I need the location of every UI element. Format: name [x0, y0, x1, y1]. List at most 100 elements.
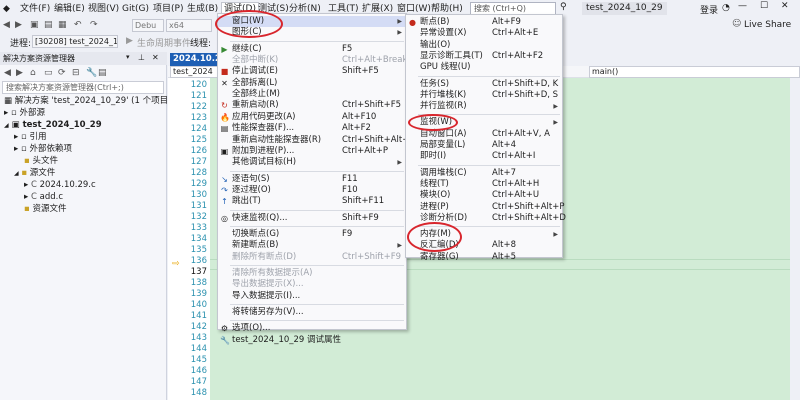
tree-item-source-files[interactable]: ◢ ▪ 源文件 [14, 167, 55, 179]
login-link[interactable]: 登录 [700, 3, 718, 16]
window-menu-item[interactable]: ● 断点(B) Alt+F9 [406, 17, 562, 28]
tree-item-external-deps[interactable]: ▸ ▫ 外部依赖项 [14, 143, 72, 155]
function-dropdown[interactable]: main() [589, 66, 800, 78]
undo-icon[interactable]: ↶ [74, 20, 82, 30]
back-icon[interactable]: ◀ [3, 20, 10, 30]
window-menu-item[interactable]: 显示诊断工具(T) Ctrl+Alt+F2 [406, 51, 562, 62]
editor-tab[interactable]: 2024.10.29. [170, 53, 230, 66]
debug-menu-item[interactable]: 全部中断(K) Ctrl+Alt+Break [218, 55, 407, 66]
sync-icon[interactable]: ⟳ [58, 68, 66, 78]
window-menu-item[interactable]: 调用堆栈(C) Alt+7 [406, 168, 562, 179]
debug-menu-item[interactable]: ■ 停止调试(E) Shift+F5 [218, 66, 406, 77]
vs-logo-icon[interactable]: ◆ [3, 3, 10, 15]
debug-menu-item[interactable]: 导入数据提示(I)... [218, 291, 406, 302]
forward-icon[interactable]: ▶ [15, 20, 22, 30]
lifecycle-events[interactable]: 生命周期事件 [137, 36, 191, 49]
debug-menu-item[interactable]: 其他调试目标(H) ▶ [218, 157, 406, 168]
window-menu-item[interactable]: 进程(P) Ctrl+Shift+Alt+P [406, 202, 564, 213]
open-icon[interactable]: ▤ [44, 20, 53, 30]
debug-menu-item[interactable]: ▣ 附加到进程(P)... Ctrl+Alt+P [218, 146, 406, 157]
collapse-icon[interactable]: ⊟ [72, 68, 80, 78]
debug-menu-item[interactable]: 将转储另存为(V)... [218, 307, 406, 318]
debug-menu-item[interactable]: 窗口(W) ▶ [218, 16, 406, 28]
window-menu-item[interactable]: 即时(I) Ctrl+Alt+I [406, 151, 562, 162]
lifecycle-icon[interactable]: ▶ [126, 36, 133, 46]
window-menu-item[interactable]: 并行堆栈(K) Ctrl+Shift+D, S [406, 90, 562, 101]
account-icon[interactable]: ◔ [722, 3, 730, 13]
window-menu-item[interactable]: 监视(W) ▶ [406, 117, 562, 128]
tree-item-header-files[interactable]: ▪ 头文件 [24, 155, 58, 167]
window-menu-item[interactable]: 寄存器(G) Alt+5 [406, 252, 562, 263]
config-select[interactable]: Debu [132, 19, 164, 32]
platform-select[interactable]: x64 [166, 19, 212, 32]
debug-menu-item[interactable]: ↑ 跳出(T) Shift+F11 [218, 196, 406, 207]
maximize-icon[interactable]: ☐ [760, 1, 768, 11]
debug-menu-item[interactable]: 🔧 test_2024_10_29 调试属性 [218, 335, 406, 346]
new-item-icon[interactable]: ▣ [30, 20, 39, 30]
solution-search-input[interactable]: 搜索解决方案资源管理器(Ctrl+;) [2, 81, 164, 94]
submenu-arrow-icon: ▶ [397, 242, 402, 250]
menu-file[interactable]: 文件(F) [20, 3, 50, 15]
window-menu-item[interactable]: 异常设置(X) Ctrl+Alt+E [406, 28, 562, 39]
properties-icon[interactable]: 🔧 [86, 68, 97, 78]
window-menu-item[interactable]: 任务(S) Ctrl+Shift+D, K [406, 79, 562, 90]
debug-menu-item[interactable]: 导出数据提示(X)... [218, 279, 406, 290]
window-menu-item[interactable]: 反汇编(D) Alt+8 [406, 240, 562, 251]
tree-item-solution[interactable]: ▦ 解决方案 'test_2024_10_29' (1 个项目，共 1 [4, 95, 193, 107]
debug-menu-item[interactable]: 删除所有断点(D) Ctrl+Shift+F9 [218, 252, 406, 263]
save-icon[interactable]: ▦ [58, 20, 67, 30]
window-menu-item[interactable]: 并行监视(R) ▶ [406, 101, 562, 112]
window-menu-item[interactable]: 模块(O) Ctrl+Alt+U [406, 190, 562, 201]
menu-view[interactable]: 视图(V) [88, 3, 119, 15]
close-icon[interactable]: ✕ [781, 1, 789, 11]
back-icon[interactable]: ◀ [4, 68, 11, 78]
window-menu-item[interactable]: 局部变量(L) Alt+4 [406, 140, 562, 151]
window-menu-item[interactable]: 自动窗口(A) Ctrl+Alt+V, A [406, 129, 562, 140]
switch-view-icon[interactable]: ▭ [44, 68, 53, 78]
debug-menu-item[interactable]: 切换断点(G) F9 [218, 229, 406, 240]
debug-menu-item[interactable]: 清除所有数据提示(A) [218, 268, 406, 279]
live-share-button[interactable]: Live Share [744, 20, 791, 30]
tree-item-references[interactable]: ▸ ▫ 引用 [14, 131, 46, 143]
window-menu-item[interactable]: 线程(T) Ctrl+Alt+H [406, 179, 562, 190]
tree-item-project[interactable]: ◢ ▣ test_2024_10_29 [4, 119, 102, 131]
project-dropdown[interactable]: test_2024 [170, 66, 220, 78]
debug-menu-item[interactable]: ↷ 逐过程(O) F10 [218, 185, 406, 196]
close-panel-icon[interactable]: ✕ [152, 53, 159, 62]
menu-edit[interactable]: 编辑(E) [54, 3, 85, 15]
debug-menu-item[interactable]: 全部终止(M) [218, 89, 406, 100]
dropdown-icon[interactable]: ▾ [126, 53, 130, 61]
redo-icon[interactable]: ↷ [90, 20, 98, 30]
preview-icon[interactable]: ▤ [98, 68, 107, 78]
debug-menu-item[interactable]: 图形(C) ▶ [218, 27, 406, 38]
feedback-icon[interactable]: ☺ [732, 19, 741, 29]
window-menu-item[interactable]: 输出(O) [406, 40, 562, 51]
forward-icon[interactable]: ▶ [16, 68, 23, 78]
tree-item-external-sources[interactable]: ▸ ▫ 外部源 [4, 107, 45, 119]
menu-git[interactable]: Git(G) [122, 3, 149, 15]
tree-item-add-c[interactable]: ▸ C add.c [24, 191, 63, 203]
vertical-scrollbar[interactable] [790, 78, 800, 400]
menu-project[interactable]: 项目(P) [153, 3, 183, 15]
window-menu-item[interactable]: 诊断分析(D) Ctrl+Shift+Alt+D [406, 213, 566, 224]
debug-menu-item[interactable]: ↘ 逐语句(S) F11 [218, 174, 406, 185]
window-menu-item[interactable]: 内存(M) ▶ [406, 229, 562, 240]
debug-menu-item[interactable]: ◎ 快速监视(Q)... Shift+F9 [218, 213, 406, 224]
home-icon[interactable]: ⌂ [30, 68, 36, 78]
debug-menu-item[interactable]: ⚙ 选项(O)... [218, 323, 406, 334]
tree-item-resource-files[interactable]: ▪ 资源文件 [24, 203, 66, 215]
debug-menu-item[interactable]: ▶ 继续(C) F5 [218, 44, 406, 55]
tree-item-file-c[interactable]: ▸ C 2024.10.29.c [24, 179, 96, 191]
process-select[interactable]: [30208] test_2024_10_2 [32, 35, 118, 48]
minimize-icon[interactable]: — [738, 1, 747, 11]
debug-menu-item[interactable]: ▤ 性能探查器(F)... Alt+F2 [218, 123, 406, 134]
debug-menu-item[interactable]: 新建断点(B) ▶ [218, 240, 406, 251]
pin-icon[interactable]: ⊥ [138, 53, 145, 62]
debug-menu-item[interactable]: 重新启动性能探查器(R) Ctrl+Shift+Alt+F2 [218, 135, 420, 146]
search-icon[interactable]: ⚲ [560, 2, 567, 12]
window-menu-item[interactable]: GPU 线程(U) [406, 62, 562, 73]
debug-menu-item[interactable]: ↻ 重新启动(R) Ctrl+Shift+F5 [218, 100, 406, 111]
debug-menu-item[interactable]: 🔥 应用代码更改(A) Alt+F10 [218, 112, 406, 123]
menu-build[interactable]: 生成(B) [187, 3, 218, 15]
debug-menu-item[interactable]: ✕ 全部拆离(L) [218, 78, 406, 89]
